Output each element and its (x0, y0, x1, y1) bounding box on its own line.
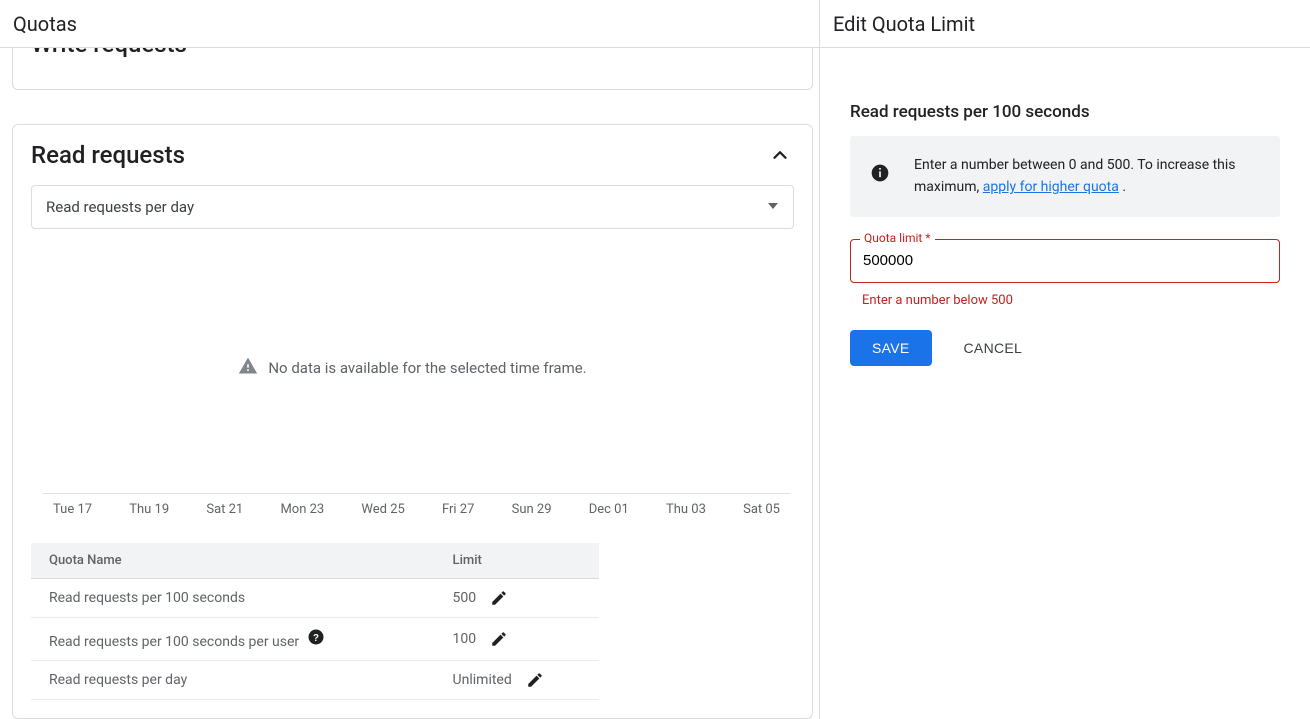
edit-icon[interactable] (490, 589, 508, 607)
axis-tick: Fri 27 (442, 502, 474, 517)
read-requests-title: Read requests (31, 141, 185, 169)
read-requests-card: Read requests Read requests per day (12, 124, 813, 719)
quota-name-cell: Read requests per 100 seconds (31, 579, 435, 618)
limit-value: 500 (453, 590, 477, 606)
write-requests-card[interactable]: Write requests (12, 48, 813, 90)
info-banner: Enter a number between 0 and 500. To inc… (850, 136, 1280, 217)
axis-tick: Sat 21 (206, 502, 243, 517)
edit-icon[interactable] (526, 671, 544, 689)
col-limit: Limit (435, 543, 599, 579)
read-requests-header[interactable]: Read requests (31, 125, 794, 185)
save-button[interactable]: SAVE (850, 330, 932, 366)
svg-text:?: ? (313, 633, 319, 644)
no-data-text: No data is available for the selected ti… (268, 359, 586, 377)
quota-select-label: Read requests per day (46, 198, 194, 216)
axis-tick: Dec 01 (589, 502, 629, 517)
quota-select[interactable]: Read requests per day (31, 185, 794, 229)
chart-area: No data is available for the selected ti… (31, 243, 794, 493)
info-icon (870, 163, 890, 190)
page-title: Quotas (0, 0, 819, 48)
axis-tick: Thu 03 (666, 502, 706, 517)
apply-higher-quota-link[interactable]: apply for higher quota (983, 179, 1119, 195)
axis-tick: Mon 23 (280, 502, 324, 517)
chevron-up-icon[interactable] (766, 141, 794, 169)
edit-quota-subtitle: Read requests per 100 seconds (850, 102, 1280, 122)
edit-panel-title: Edit Quota Limit (820, 0, 1310, 48)
table-row: Read requests per 100 seconds per user? 1… (31, 618, 599, 661)
table-row: Read requests per day Unlimited (31, 661, 599, 700)
quota-limit-input[interactable] (850, 239, 1280, 283)
chart-axis: Tue 17 Thu 19 Sat 21 Mon 23 Wed 25 Fri 2… (43, 493, 790, 517)
limit-value: 100 (453, 631, 477, 647)
edit-icon[interactable] (490, 630, 508, 648)
limit-value: Unlimited (453, 672, 512, 688)
axis-tick: Tue 17 (53, 502, 92, 517)
quota-table: Quota Name Limit Read requests per 100 s… (31, 543, 599, 700)
info-text: Enter a number between 0 and 500. To inc… (914, 154, 1260, 199)
cancel-button[interactable]: CANCEL (958, 339, 1029, 357)
col-quota-name: Quota Name (31, 543, 435, 579)
axis-tick: Sat 05 (743, 502, 780, 517)
table-row: Read requests per 100 seconds 500 (31, 579, 599, 618)
axis-tick: Wed 25 (361, 502, 404, 517)
write-requests-title: Write requests (31, 48, 187, 58)
quota-limit-label: Quota limit * (860, 231, 935, 245)
help-icon[interactable]: ? (307, 628, 325, 646)
quota-name-cell: Read requests per day (31, 661, 435, 700)
warning-icon (238, 356, 258, 380)
axis-tick: Sun 29 (512, 502, 552, 517)
quota-limit-error: Enter a number below 500 (850, 289, 1280, 308)
axis-tick: Thu 19 (129, 502, 169, 517)
dropdown-icon (767, 198, 779, 216)
quota-name-cell: Read requests per 100 seconds per user? (31, 618, 435, 661)
